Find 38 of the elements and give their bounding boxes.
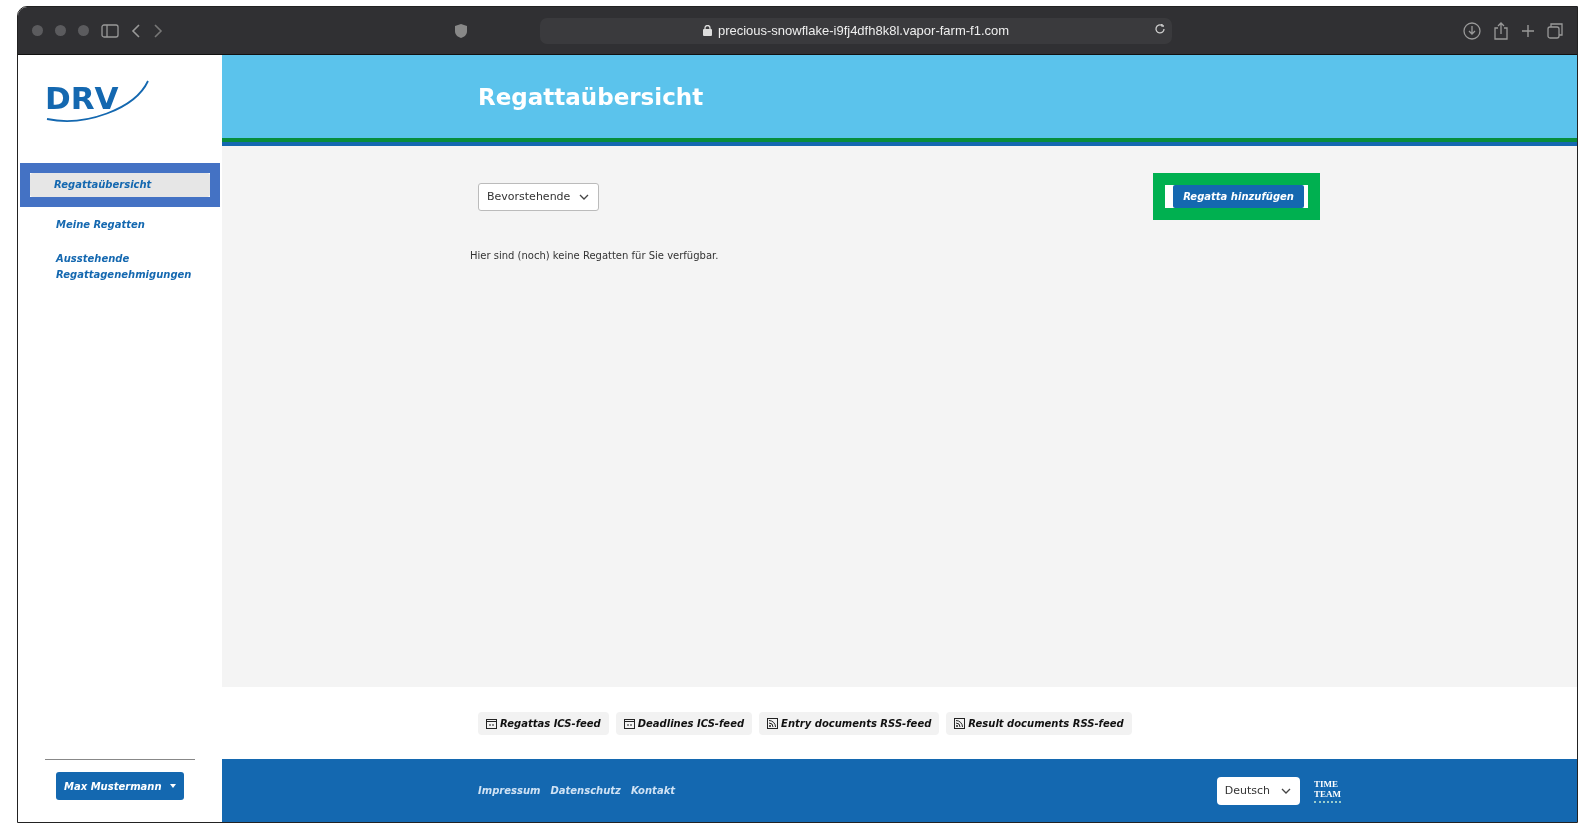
sidebar-nav-link[interactable]: Regattaübersicht [30, 173, 210, 197]
window-control-dot[interactable] [78, 25, 89, 36]
sidebar-nav-link[interactable]: Ausstehende Regattagenehmigungen [32, 247, 208, 287]
sidebar-icon[interactable] [101, 23, 119, 38]
caret-icon [170, 784, 176, 788]
feed-link[interactable]: Deadlines ICS-feed [615, 711, 753, 735]
calendar-icon [623, 717, 635, 729]
footer-link[interactable]: Impressum [478, 785, 541, 796]
drv-logo: DRV [45, 79, 149, 125]
forward-icon[interactable] [153, 22, 163, 39]
window-control-dot[interactable] [55, 25, 66, 36]
back-icon[interactable] [131, 22, 141, 39]
feed-link[interactable]: Regattas ICS-feed [478, 711, 609, 735]
download-icon[interactable] [1463, 21, 1481, 40]
url-text: precious-snowflake-i9fj4dfh8k8l.vapor-farm-f1.com [717, 23, 1010, 38]
window-control-dot[interactable] [32, 25, 43, 36]
sidebar-nav-link[interactable]: Meine Regatten [32, 213, 208, 237]
user-menu-button[interactable]: Max Mustermann [56, 772, 184, 800]
rss-icon [954, 717, 966, 729]
address-bar[interactable]: precious-snowflake-i9fj4dfh8k8l.vapor-farm-f1.com [540, 17, 1172, 44]
footer-link[interactable]: Datenschutz [550, 785, 621, 796]
empty-message: Hier sind (noch) keine Regatten für Sie verfügbar. [470, 250, 720, 261]
filter-dropdown[interactable]: Bevorstehende [478, 182, 600, 211]
language-dropdown[interactable]: Deutsch [1216, 776, 1300, 805]
calendar-icon [486, 717, 497, 729]
shield-icon[interactable] [454, 22, 468, 39]
tabs-icon[interactable] [1547, 22, 1563, 39]
reload-icon[interactable] [1154, 22, 1166, 35]
feed-link[interactable]: Result documents RSS-feed [946, 711, 1132, 735]
add-regatta-button[interactable]: Regatta hinzufügen [1173, 185, 1304, 208]
lock-icon [702, 25, 712, 36]
plus-icon[interactable] [1521, 23, 1535, 38]
timeteam-logo: TIME TEAM [1314, 778, 1341, 803]
share-icon[interactable] [1493, 21, 1509, 40]
footer-link[interactable]: Kontakt [630, 785, 676, 796]
feed-link[interactable]: Entry documents RSS-feed [759, 711, 940, 735]
rss-icon [767, 717, 779, 729]
page-title: Regattaübersicht [478, 83, 704, 110]
